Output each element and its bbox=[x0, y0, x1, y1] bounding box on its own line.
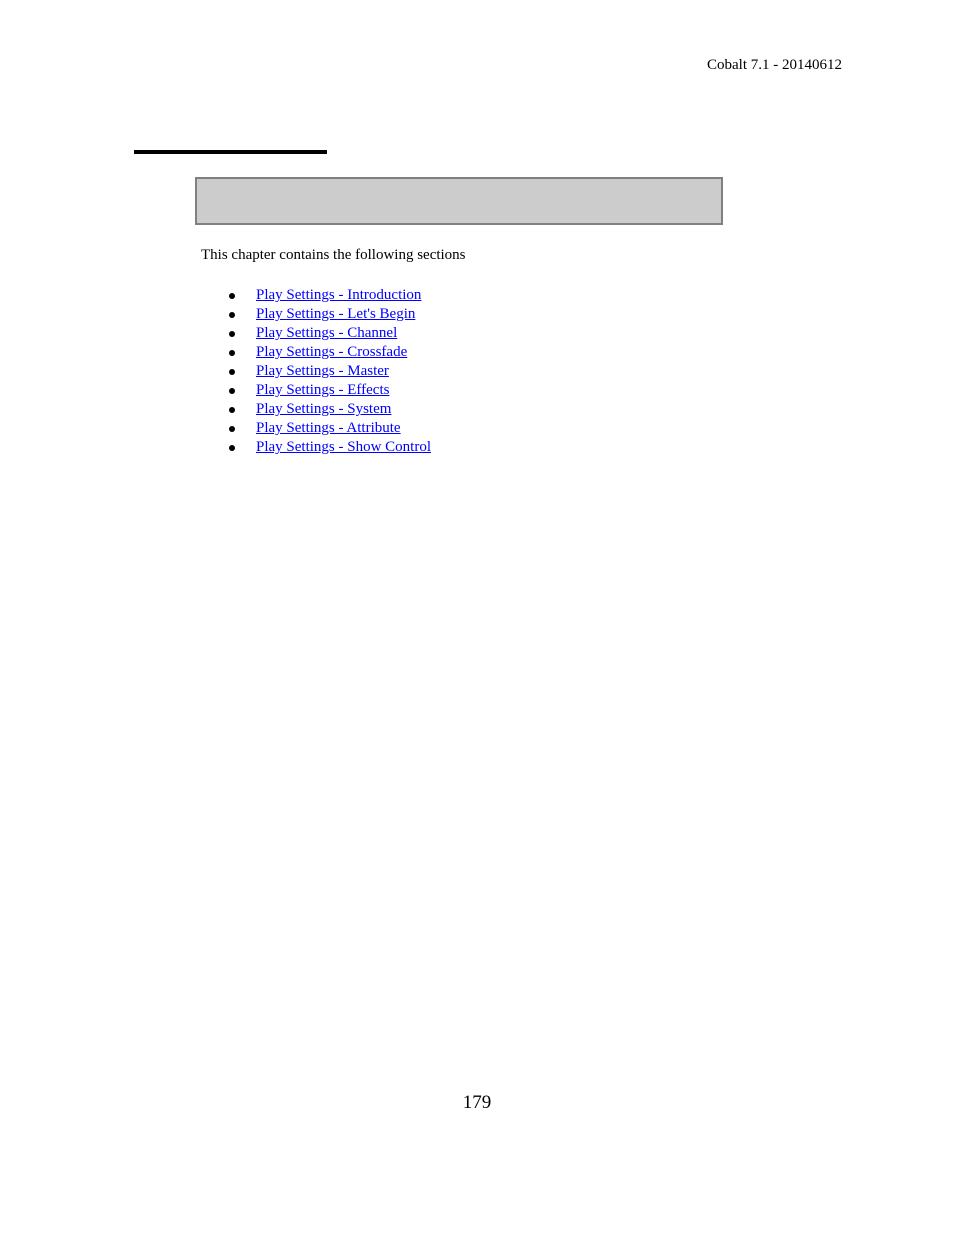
section-link-show-control[interactable]: Play Settings - Show Control bbox=[256, 439, 431, 455]
list-item: Play Settings - Introduction bbox=[226, 286, 431, 305]
bullet-icon bbox=[229, 331, 235, 337]
running-header: Cobalt 7.1 - 20140612 bbox=[707, 57, 842, 73]
bullet-icon bbox=[229, 426, 235, 432]
list-item: Play Settings - Channel bbox=[226, 324, 431, 343]
list-item: Play Settings - Effects bbox=[226, 381, 431, 400]
section-list: Play Settings - Introduction Play Settin… bbox=[226, 286, 431, 457]
bullet-icon bbox=[229, 293, 235, 299]
section-link-system[interactable]: Play Settings - System bbox=[256, 401, 391, 417]
section-link-crossfade[interactable]: Play Settings - Crossfade bbox=[256, 344, 407, 360]
list-item: Play Settings - Attribute bbox=[226, 419, 431, 438]
bullet-icon bbox=[229, 445, 235, 451]
list-item: Play Settings - System bbox=[226, 400, 431, 419]
section-link-attribute[interactable]: Play Settings - Attribute bbox=[256, 420, 401, 436]
bullet-icon bbox=[229, 369, 235, 375]
section-link-effects[interactable]: Play Settings - Effects bbox=[256, 382, 389, 398]
section-link-channel[interactable]: Play Settings - Channel bbox=[256, 325, 397, 341]
bullet-icon bbox=[229, 407, 235, 413]
list-item: Play Settings - Master bbox=[226, 362, 431, 381]
section-link-master[interactable]: Play Settings - Master bbox=[256, 363, 389, 379]
bullet-icon bbox=[229, 312, 235, 318]
heading-rule bbox=[134, 150, 327, 154]
section-link-introduction[interactable]: Play Settings - Introduction bbox=[256, 287, 421, 303]
chapter-intro: This chapter contains the following sect… bbox=[201, 247, 466, 263]
bullet-icon bbox=[229, 350, 235, 356]
list-item: Play Settings - Let's Begin bbox=[226, 305, 431, 324]
chapter-title-box bbox=[195, 177, 723, 225]
list-item: Play Settings - Show Control bbox=[226, 438, 431, 457]
page-number: 179 bbox=[462, 1092, 492, 1113]
section-link-lets-begin[interactable]: Play Settings - Let's Begin bbox=[256, 306, 415, 322]
list-item: Play Settings - Crossfade bbox=[226, 343, 431, 362]
bullet-icon bbox=[229, 388, 235, 394]
